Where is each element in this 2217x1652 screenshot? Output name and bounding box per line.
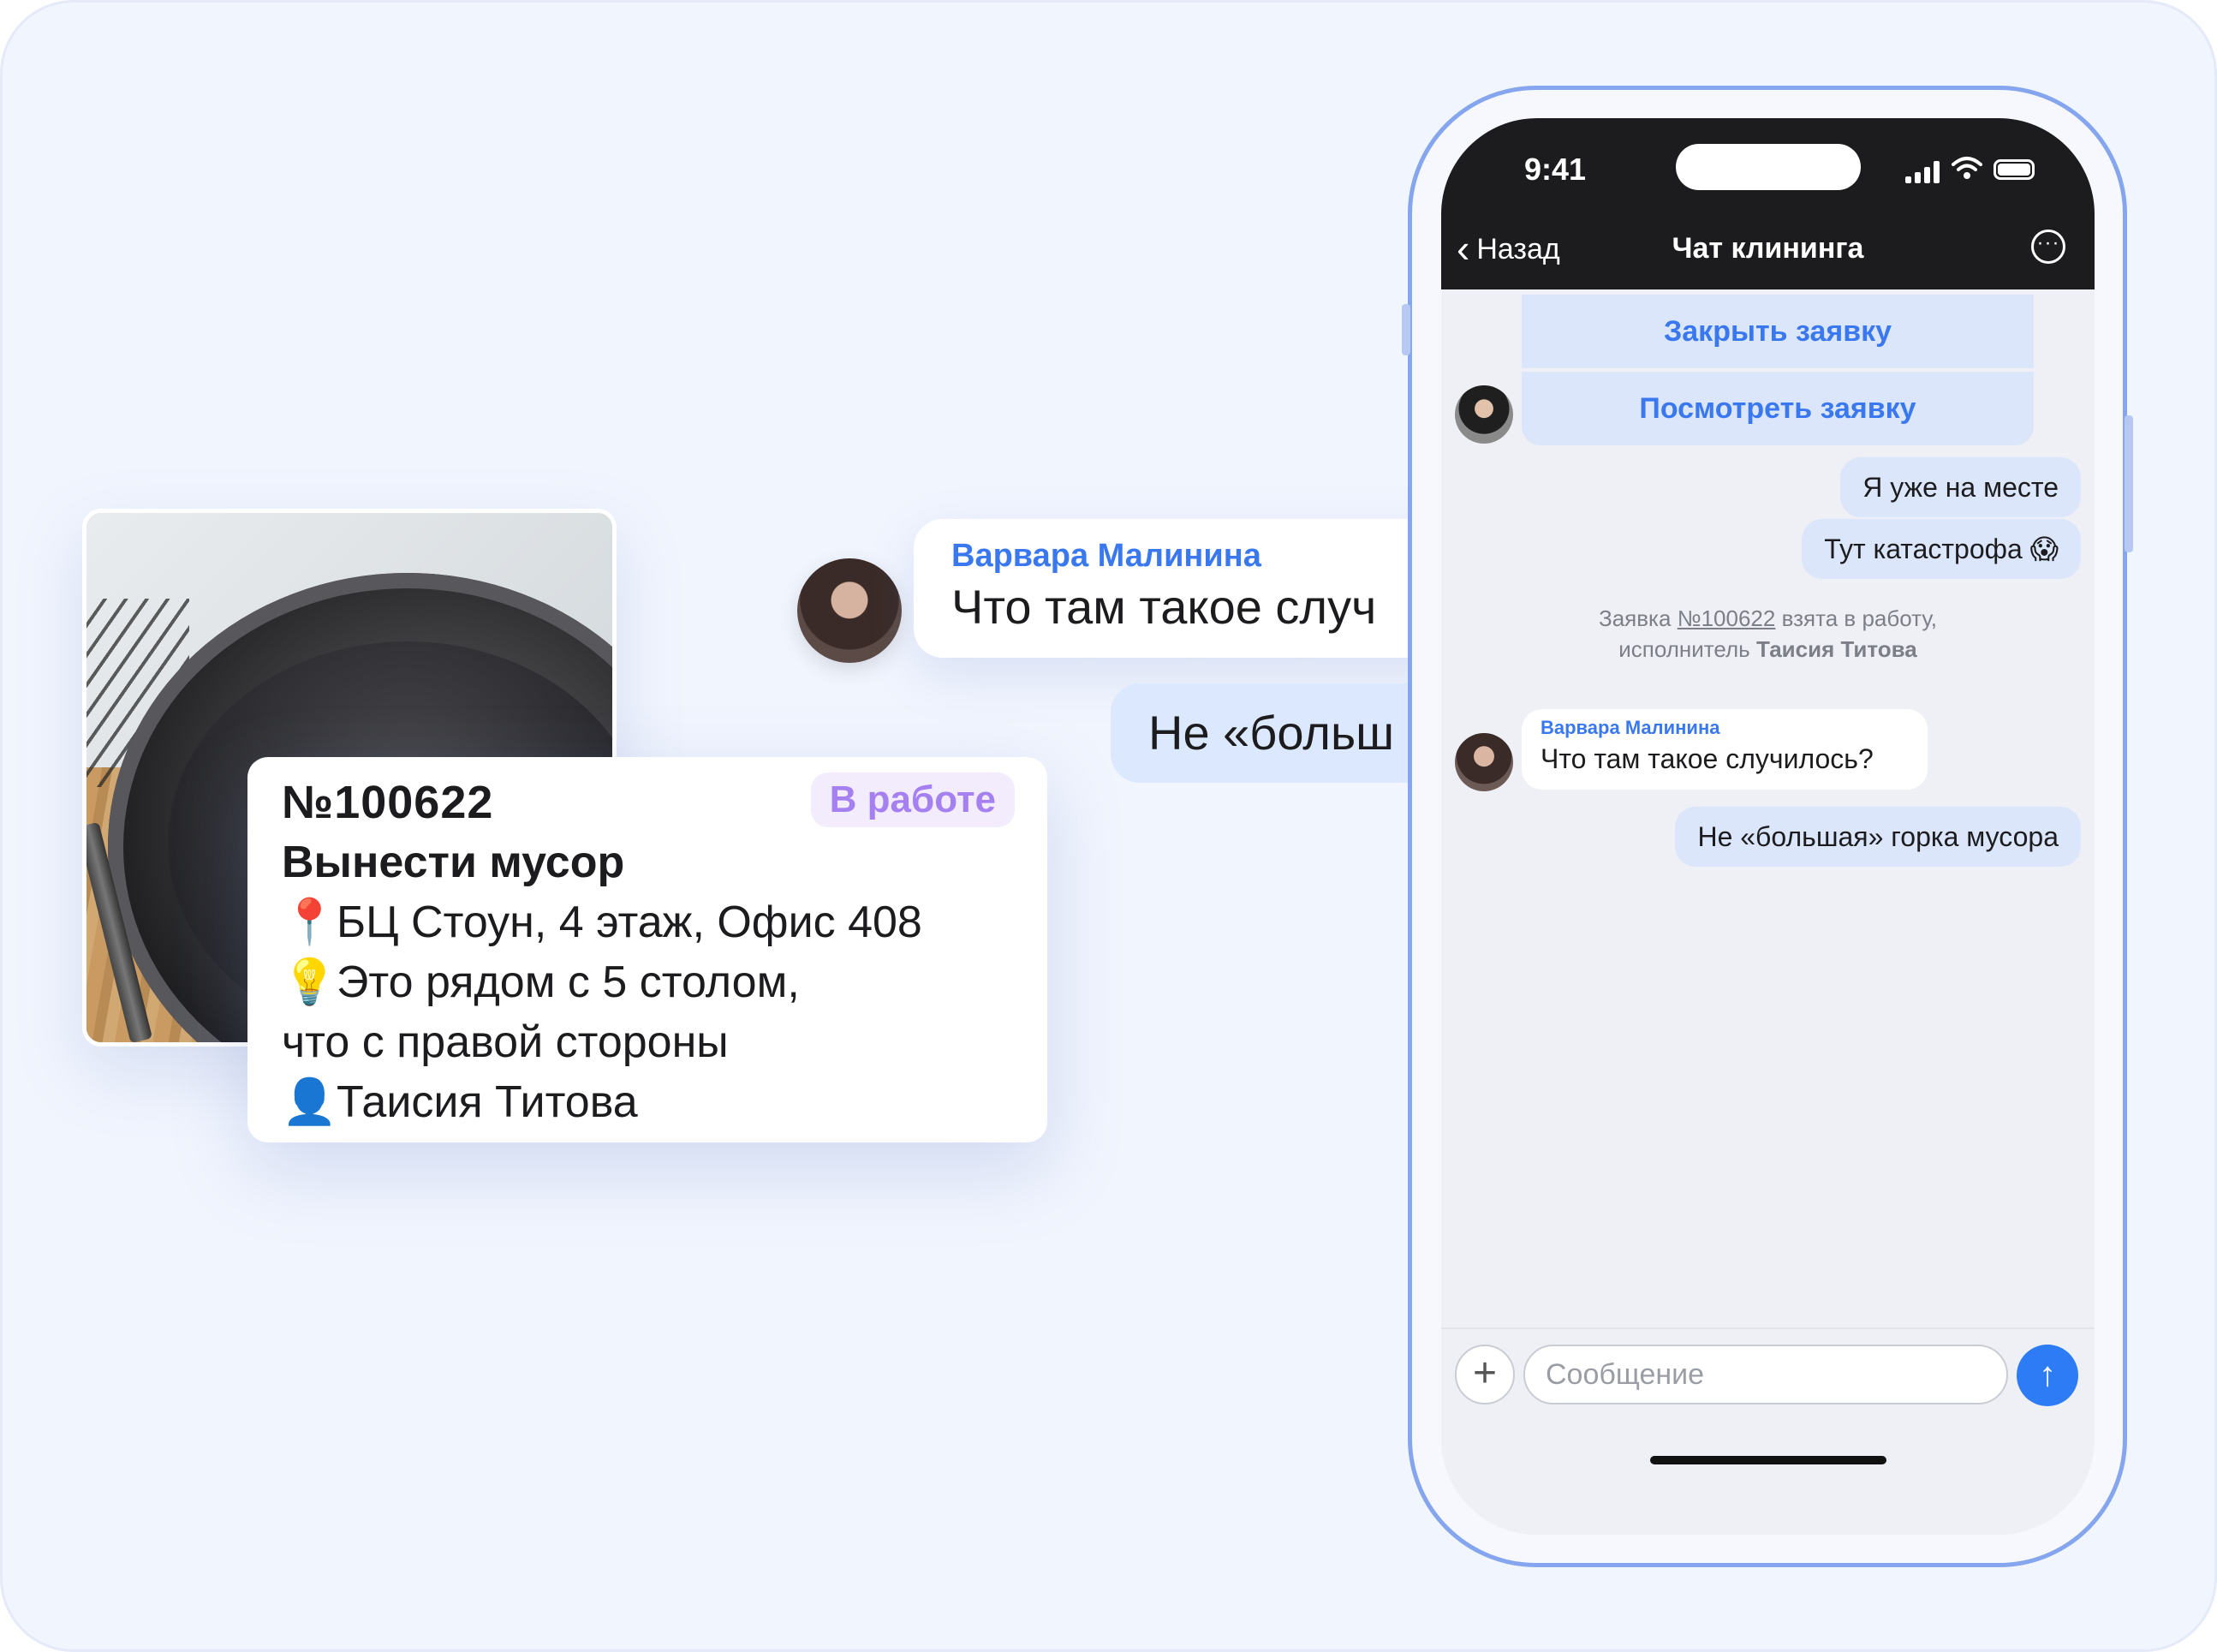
close-request-button[interactable]: Закрыть заявку <box>1522 295 2034 368</box>
system-prefix: Заявка <box>1599 605 1672 631</box>
system-ticket-link[interactable]: №100622 <box>1678 605 1776 631</box>
incoming-text: Что там такое случилось? <box>1541 743 1874 774</box>
wifi-icon <box>1952 156 1982 187</box>
outgoing-message-2: Тут катастрофа 😱 <box>1802 519 2081 579</box>
arrow-up-icon[interactable]: ↑ <box>2017 1345 2078 1406</box>
dynamic-island <box>1676 144 1861 190</box>
hint-text-line2: что с правой стороны <box>282 1017 729 1067</box>
chat-title: Чат клининга <box>1672 232 1864 265</box>
plus-icon[interactable]: + <box>1455 1345 1515 1404</box>
system-message: Заявка №100622 взята в работу, исполните… <box>1441 603 2095 665</box>
outgoing-message-1: Я уже на месте <box>1840 457 2081 517</box>
ticket-task: Вынести мусор <box>282 838 625 887</box>
assignee-text: Таисия Титова <box>337 1077 638 1127</box>
battery-icon <box>1994 159 2035 180</box>
location-text: БЦ Стоун, 4 этаж, Офис 408 <box>337 898 922 947</box>
top-bar: 9:41 ‹ Назад Чат клининга ··· <box>1441 118 2095 289</box>
system-mid: взята в работу, <box>1781 605 1937 631</box>
status-badge: В работе <box>810 772 1015 827</box>
message-input[interactable] <box>1523 1345 2008 1404</box>
home-indicator <box>1650 1456 1886 1464</box>
avatar-bot <box>1455 385 1513 444</box>
incoming-author: Варвара Малинина <box>1541 717 1720 738</box>
ellipsis-circle-icon[interactable]: ··· <box>2031 230 2065 264</box>
phone-side-button-right <box>2125 415 2133 552</box>
incoming-message: Варвара Малинина Что там такое случилось… <box>1522 709 1928 790</box>
system-line-2: исполнитель Таисия Титова <box>1441 634 2095 665</box>
system-role: исполнитель <box>1618 636 1750 662</box>
status-time: 9:41 <box>1524 152 1587 187</box>
phone-side-button-left <box>1402 304 1410 355</box>
outgoing-message-3: Не «большая» горка мусора <box>1675 807 2081 867</box>
system-person: Таисия Титова <box>1755 636 1917 662</box>
ticket-card[interactable]: В работе №100622 Вынести мусор 📍БЦ Стоун… <box>247 757 1047 1142</box>
person-icon: 👤 <box>282 1077 337 1127</box>
system-line-1: Заявка №100622 взята в работу, <box>1441 603 2095 634</box>
pin-icon: 📍 <box>282 898 337 947</box>
phone-screen: 9:41 ‹ Назад Чат клининга ··· Закрыть зая… <box>1441 118 2095 1535</box>
lightbulb-icon: 💡 <box>282 957 337 1007</box>
view-request-button[interactable]: Посмотреть заявку <box>1522 372 2034 445</box>
ticket-hint: 💡Это рядом с 5 столом, <box>282 952 1013 1012</box>
ticket-location: 📍БЦ Стоун, 4 этаж, Офис 408 <box>282 892 1013 952</box>
hint-text-line1: Это рядом с 5 столом, <box>337 957 800 1007</box>
ticket-assignee: 👤Таисия Титова <box>282 1072 1013 1132</box>
avatar-varvara-large <box>797 558 902 663</box>
signal-icon <box>1905 161 1943 183</box>
background-panel: В работе №100622 Вынести мусор 📍БЦ Стоун… <box>0 0 2217 1652</box>
avatar-varvara <box>1455 733 1513 791</box>
composer: + ↑ <box>1441 1327 2095 1535</box>
